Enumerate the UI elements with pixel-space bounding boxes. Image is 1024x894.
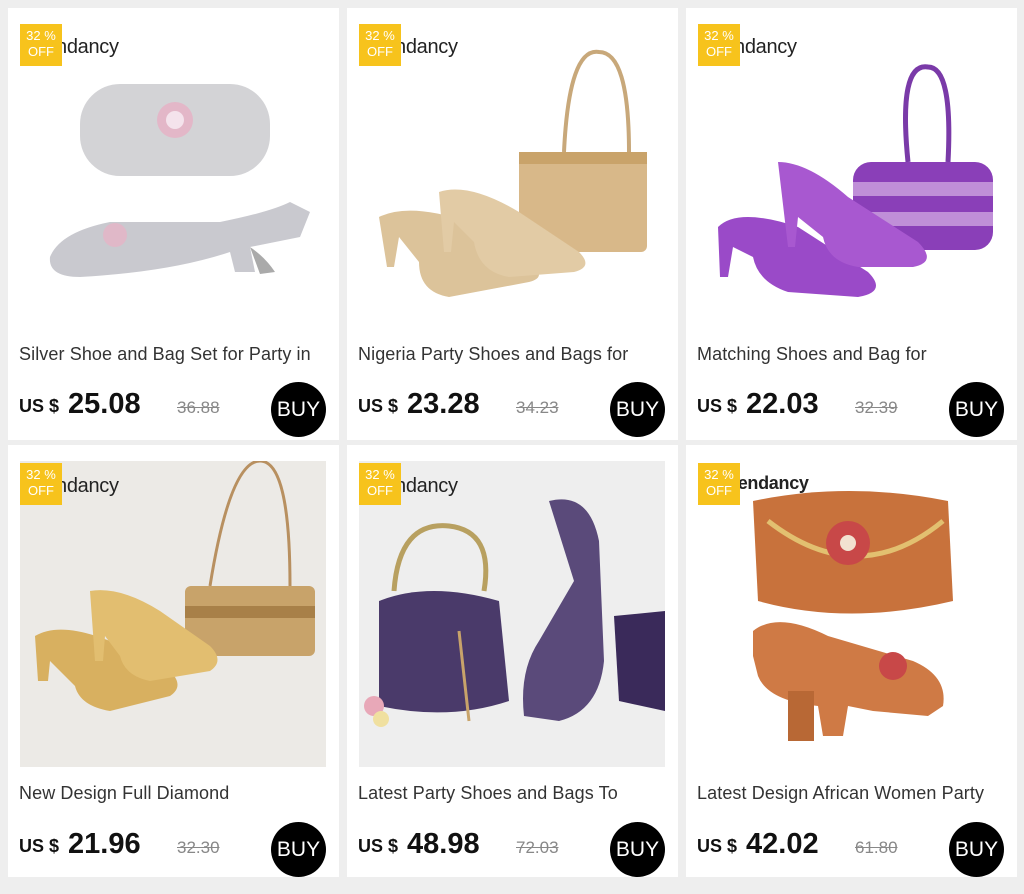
original-price: 32.30 (177, 838, 220, 857)
product-photo-icon (718, 64, 993, 297)
original-price: 34.23 (516, 398, 559, 417)
currency: US $ (697, 836, 738, 856)
product-card[interactable]: 32 % OFF ndancy Silver Shoe and Bag Set f… (8, 8, 339, 440)
price-row: US $ 25.08 36.88 BUY (19, 382, 329, 437)
currency: US $ (19, 396, 60, 416)
price-row: US $ 21.96 32.30 BUY (19, 822, 329, 877)
discount-badge: 32 % OFF (20, 24, 62, 66)
original-price: 72.03 (516, 838, 559, 857)
currency: US $ (697, 396, 738, 416)
product-card[interactable]: 32 % OFF ndancy New Design Full Diamond U… (8, 445, 339, 877)
brand-watermark: ndancy (395, 475, 458, 497)
brand-watermark: ndancy (395, 36, 458, 58)
product-title[interactable]: Latest Party Shoes and Bags To (358, 783, 668, 804)
buy-button[interactable]: BUY (271, 382, 326, 437)
product-photo-icon (753, 491, 953, 741)
product-image[interactable]: 32 % OFF ndancy (359, 461, 665, 767)
product-card[interactable]: 32 % OFF ndancy Latest Party Shoes and Ba… (347, 445, 678, 877)
price: 25.08 (68, 388, 141, 420)
discount-badge: 32 % OFF (359, 463, 401, 505)
product-image[interactable]: 32 % OFF ndancy (359, 22, 665, 328)
product-grid: 32 % OFF ndancy Silver Shoe and Bag Set f… (8, 8, 1017, 877)
product-image[interactable]: 32 % OFF cendancy (698, 461, 1004, 767)
price: 23.28 (407, 388, 480, 420)
price-row: US $ 42.02 61.80 BUY (697, 822, 1007, 877)
original-price: 32.39 (855, 398, 898, 417)
buy-button[interactable]: BUY (949, 822, 1004, 877)
brand-watermark: ndancy (56, 475, 119, 497)
product-card[interactable]: 32 % OFF cendancy Latest Design African W… (686, 445, 1017, 877)
product-photo-icon (359, 461, 665, 767)
brand-watermark: ndancy (734, 36, 797, 58)
currency: US $ (358, 836, 399, 856)
price: 22.03 (746, 388, 819, 420)
price: 21.96 (68, 828, 141, 860)
price-row: US $ 22.03 32.39 BUY (697, 382, 1007, 437)
product-image[interactable]: 32 % OFF ndancy (20, 22, 326, 328)
product-image[interactable]: 32 % OFF ndancy (698, 22, 1004, 328)
buy-button[interactable]: BUY (271, 822, 326, 877)
price-row: US $ 48.98 72.03 BUY (358, 822, 668, 877)
price: 42.02 (746, 828, 819, 860)
currency: US $ (19, 836, 60, 856)
discount-badge: 32 % OFF (20, 463, 62, 505)
brand-watermark: cendancy (728, 473, 809, 493)
product-photo-icon (20, 461, 326, 767)
product-title[interactable]: Nigeria Party Shoes and Bags for (358, 344, 668, 365)
product-photo-icon (379, 49, 647, 297)
product-title[interactable]: Silver Shoe and Bag Set for Party in (19, 344, 329, 365)
discount-badge: 32 % OFF (359, 24, 401, 66)
product-card[interactable]: 32 % OFF ndancy Nigeria Party Shoes and B… (347, 8, 678, 440)
brand-watermark: ndancy (56, 36, 119, 58)
buy-button[interactable]: BUY (610, 822, 665, 877)
discount-badge: 32 % OFF (698, 24, 740, 66)
product-image[interactable]: 32 % OFF ndancy (20, 461, 326, 767)
buy-button[interactable]: BUY (949, 382, 1004, 437)
product-photo-icon (49, 84, 310, 277)
price: 48.98 (407, 828, 480, 860)
discount-badge: 32 % OFF (698, 463, 740, 505)
product-card[interactable]: 32 % OFF ndancy Matching Shoes and Bag fo… (686, 8, 1017, 440)
product-title[interactable]: New Design Full Diamond (19, 783, 329, 804)
product-title[interactable]: Matching Shoes and Bag for (697, 344, 1007, 365)
original-price: 61.80 (855, 838, 898, 857)
buy-button[interactable]: BUY (610, 382, 665, 437)
currency: US $ (358, 396, 399, 416)
price-row: US $ 23.28 34.23 BUY (358, 382, 668, 437)
original-price: 36.88 (177, 398, 220, 417)
product-title[interactable]: Latest Design African Women Party (697, 783, 1007, 804)
